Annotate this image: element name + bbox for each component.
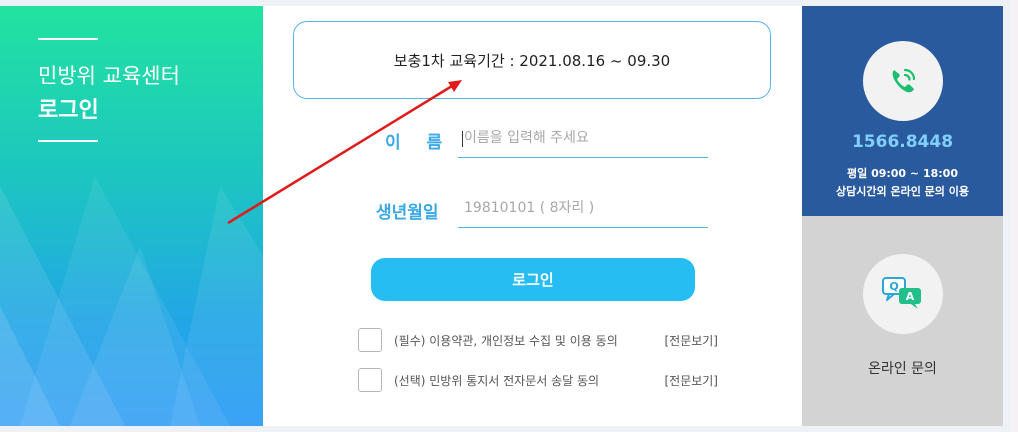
notice-text: 보충1차 교육기간 : 2021.08.16 ~ 09.30 bbox=[393, 51, 671, 70]
contact-icon-circle bbox=[863, 41, 943, 121]
contact-hours: 평일 09:00 ~ 18:00 bbox=[847, 167, 958, 180]
qa-chat-icon: Q A bbox=[882, 277, 921, 309]
center-subtitle: 민방위 교육센터 bbox=[38, 64, 180, 88]
birthdate-input[interactable] bbox=[458, 188, 708, 228]
contact-panel: 1566.8448 평일 09:00 ~ 18:00 상담시간외 온라인 문의 … bbox=[802, 6, 1003, 216]
agreement-optional-view-link[interactable]: [전문보기] bbox=[664, 372, 718, 389]
left-hero-panel: 민방위 교육센터 로그인 bbox=[0, 6, 263, 426]
online-inquiry-label: 온라인 문의 bbox=[868, 361, 937, 377]
title-divider-top bbox=[38, 38, 98, 40]
birthdate-field-row: 생년월일 bbox=[263, 184, 802, 234]
contact-note: 상담시간외 온라인 문의 이용 bbox=[836, 185, 969, 198]
online-icon-circle: Q A bbox=[863, 254, 943, 334]
agreement-required-view-link[interactable]: [전문보기] bbox=[664, 332, 718, 349]
agreement-required-row: (필수) 이용약관, 개인정보 수집 및 이용 동의 [전문보기] bbox=[358, 328, 718, 354]
contact-phone-number: 1566.8448 bbox=[851, 132, 954, 152]
agreement-optional-checkbox[interactable] bbox=[358, 368, 382, 392]
page-title: 로그인 bbox=[38, 98, 99, 123]
notice-box: 보충1차 교육기간 : 2021.08.16 ~ 09.30 bbox=[293, 21, 771, 99]
name-field-row: 이 름 bbox=[263, 114, 802, 164]
birthdate-label: 생년월일 bbox=[376, 203, 439, 223]
online-inquiry-button[interactable]: Q A 온라인 문의 bbox=[802, 216, 1003, 426]
login-button[interactable]: 로그인 bbox=[371, 258, 695, 301]
agreement-optional-row: (선택) 민방위 통지서 전자문서 송달 동의 [전문보기] bbox=[358, 368, 718, 394]
login-panel: 보충1차 교육기간 : 2021.08.16 ~ 09.30 이 름 생년월일 … bbox=[263, 6, 802, 426]
agreement-optional-text: (선택) 민방위 통지서 전자문서 송달 동의 bbox=[394, 374, 600, 388]
name-label: 이 름 bbox=[385, 133, 453, 153]
svg-text:A: A bbox=[906, 290, 915, 303]
phone-icon bbox=[892, 68, 916, 93]
name-input[interactable] bbox=[458, 118, 708, 158]
title-divider-bottom bbox=[38, 140, 98, 142]
agreement-required-text: (필수) 이용약관, 개인정보 수집 및 이용 동의 bbox=[394, 334, 618, 348]
page-edge bbox=[1010, 0, 1018, 432]
text-caret bbox=[462, 131, 463, 147]
agreement-required-checkbox[interactable] bbox=[358, 328, 382, 352]
svg-text:Q: Q bbox=[889, 280, 898, 293]
